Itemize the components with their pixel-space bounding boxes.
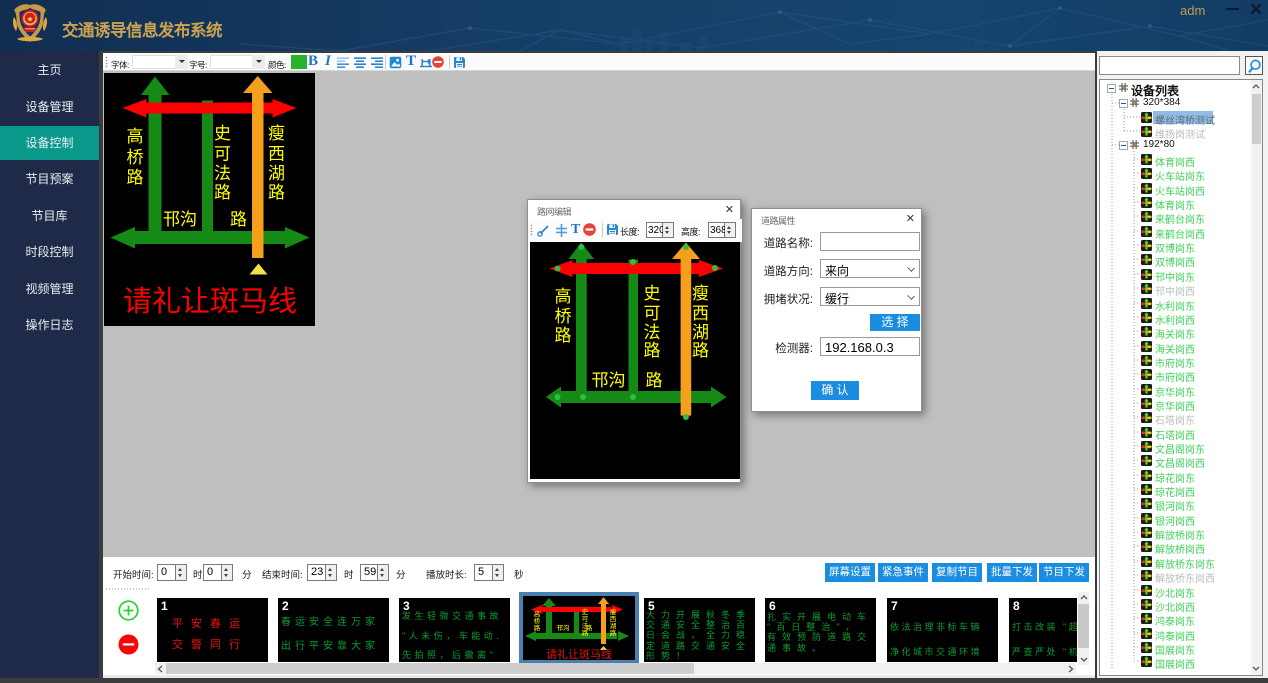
svg-text:西: 西 — [268, 145, 285, 164]
svg-text:高: 高 — [555, 287, 572, 306]
svg-text:路: 路 — [610, 628, 617, 637]
svg-text:路: 路 — [692, 341, 709, 360]
svg-text:瘦: 瘦 — [692, 284, 709, 303]
svg-text:可: 可 — [644, 304, 661, 323]
svg-text:路: 路 — [268, 183, 285, 202]
svg-text:路: 路 — [127, 168, 144, 187]
svg-text:法: 法 — [644, 323, 661, 342]
svg-text:可: 可 — [582, 615, 589, 623]
svg-text:高: 高 — [534, 609, 541, 618]
svg-text:邗沟: 邗沟 — [163, 210, 197, 229]
svg-text:路: 路 — [644, 341, 661, 360]
svg-text:湖: 湖 — [692, 323, 709, 342]
svg-text:史: 史 — [582, 607, 589, 616]
svg-text:西: 西 — [692, 304, 709, 323]
svg-text:史: 史 — [214, 124, 231, 143]
svg-text:邗沟: 邗沟 — [557, 623, 570, 632]
svg-text:湖: 湖 — [610, 621, 617, 630]
svg-text:法: 法 — [214, 164, 231, 183]
svg-text:桥: 桥 — [555, 307, 572, 326]
svg-text:路: 路 — [534, 623, 541, 632]
svg-text:路: 路 — [230, 210, 247, 229]
svg-text:桥: 桥 — [534, 616, 541, 625]
svg-text:路: 路 — [646, 371, 663, 390]
svg-text:西: 西 — [610, 615, 617, 623]
svg-text:可: 可 — [214, 145, 231, 164]
svg-text:瘦: 瘦 — [610, 607, 617, 616]
svg-text:湖: 湖 — [268, 164, 285, 183]
svg-text:史: 史 — [644, 284, 661, 303]
svg-text:高: 高 — [127, 127, 144, 146]
svg-text:路: 路 — [214, 183, 231, 202]
svg-text:路: 路 — [586, 623, 593, 632]
svg-text:桥: 桥 — [127, 148, 144, 167]
svg-text:邗沟: 邗沟 — [592, 371, 626, 390]
svg-text:请礼让斑马线: 请礼让斑马线 — [546, 647, 612, 660]
svg-text:瘦: 瘦 — [268, 124, 285, 143]
svg-text:路: 路 — [555, 326, 572, 345]
svg-text:请礼让斑马线: 请礼让斑马线 — [123, 285, 297, 318]
